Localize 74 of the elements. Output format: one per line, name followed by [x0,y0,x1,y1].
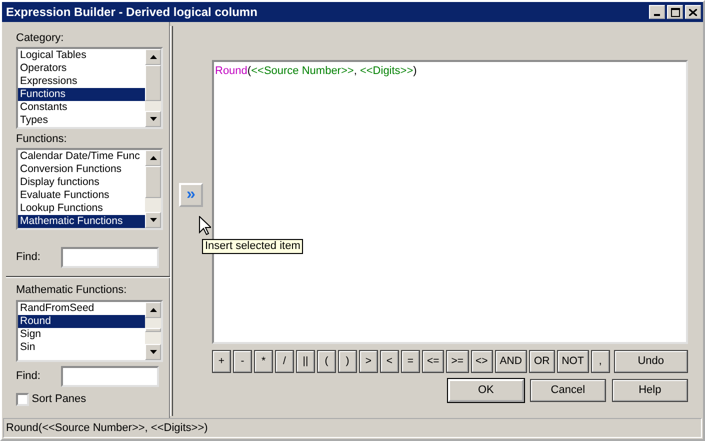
window-title: Expression Builder - Derived logical column [6,6,258,18]
list-item[interactable]: Sin [18,341,145,354]
list-box[interactable]: Calendar Date/Time Func Conversion Functions Display functions Evaluate Functions Lookup Functions Mathematic Functions [16,148,163,230]
operator-button[interactable]: <> [470,350,493,373]
list-item[interactable]: Round [18,315,145,328]
scroll-thumb[interactable] [145,328,161,332]
close-icon [689,8,697,16]
list-item[interactable]: Logical Tables [18,49,145,62]
up-triangle-icon [150,55,156,59]
minimize-button[interactable] [649,5,665,19]
maximize-button[interactable] [667,5,683,19]
checkbox-label: Sort Panes [32,393,86,406]
scroll-thumb[interactable] [145,166,161,198]
scroll-down-button[interactable] [145,111,161,127]
dialog-button[interactable]: Cancel [530,379,606,402]
operator-button[interactable]: + [212,350,231,373]
operator-button[interactable]: AND [494,350,527,373]
list-item[interactable]: Lookup Functions [18,202,145,215]
operator-button[interactable]: || [296,350,315,373]
scroll-thumb[interactable] [145,65,161,101]
scroll-up-button[interactable] [145,150,161,166]
operator-button[interactable]: > [359,350,378,373]
list-item[interactable]: Constants [18,101,145,114]
down-triangle-icon [150,117,156,121]
field-label: Find: [16,370,42,383]
dialog-button[interactable]: OK [448,379,524,402]
operator-button[interactable]: , [590,350,610,373]
find-field[interactable] [61,366,159,387]
operator-button[interactable]: ( [317,350,336,373]
status-bar: Round(<<Source Number>>, <<Digits>>) [3,418,702,438]
operator-button[interactable]: <= [422,350,444,373]
tooltip: Insert selected item [202,239,304,254]
operator-button[interactable]: NOT [556,350,589,373]
operator-button[interactable]: >= [446,350,469,373]
operator-button[interactable]: OR [528,350,555,373]
operator-button[interactable]: < [380,350,399,373]
list-item[interactable]: Conversion Functions [18,163,145,176]
list-item[interactable]: Sign [18,328,145,341]
list-item[interactable]: Mathematic Functions [18,215,145,228]
list-item[interactable]: RandFromSeed [18,302,145,315]
scroll-up-button[interactable] [145,302,161,318]
scroll-down-button[interactable] [145,212,161,228]
find-field[interactable] [61,247,159,268]
field-label: Category: [16,32,65,45]
list-item[interactable]: Types [18,114,145,127]
operator-button[interactable]: ) [338,350,357,373]
sort-panes-checkbox[interactable] [16,393,29,406]
maximize-icon [670,8,680,16]
list-box[interactable]: RandFromSeed Round Sign Sin [16,300,163,362]
list-item[interactable]: Calendar Date/Time Func [18,150,145,163]
cursor-icon [199,216,211,235]
scroll-up-button[interactable] [145,49,161,65]
up-triangle-icon [150,156,156,160]
scroll-down-button[interactable] [145,344,161,360]
down-triangle-icon [150,218,156,222]
field-label: Functions: [16,133,68,146]
list-item[interactable]: Operators [18,62,145,75]
list-item[interactable]: Display functions [18,176,145,189]
down-triangle-icon [150,350,156,354]
field-label: Mathematic Functions: [16,284,128,297]
operator-button[interactable]: * [254,350,273,373]
operator-button[interactable]: - [233,350,252,373]
field-label: Find: [16,251,42,264]
close-button[interactable] [685,5,701,19]
list-box[interactable]: Logical Tables Operators Expressions Functions Constants Types [16,47,163,129]
dialog-button[interactable]: Help [612,379,688,402]
operator-button[interactable]: / [275,350,294,373]
list-item[interactable]: Evaluate Functions [18,189,145,202]
list-item[interactable]: Expressions [18,75,145,88]
up-triangle-icon [150,308,156,312]
operator-button[interactable]: = [401,350,420,373]
list-item[interactable]: Functions [18,88,145,101]
undo-button[interactable]: Undo [614,350,688,373]
expression-text: Round(<<Source Number>>, <<Digits>>) [215,65,417,77]
